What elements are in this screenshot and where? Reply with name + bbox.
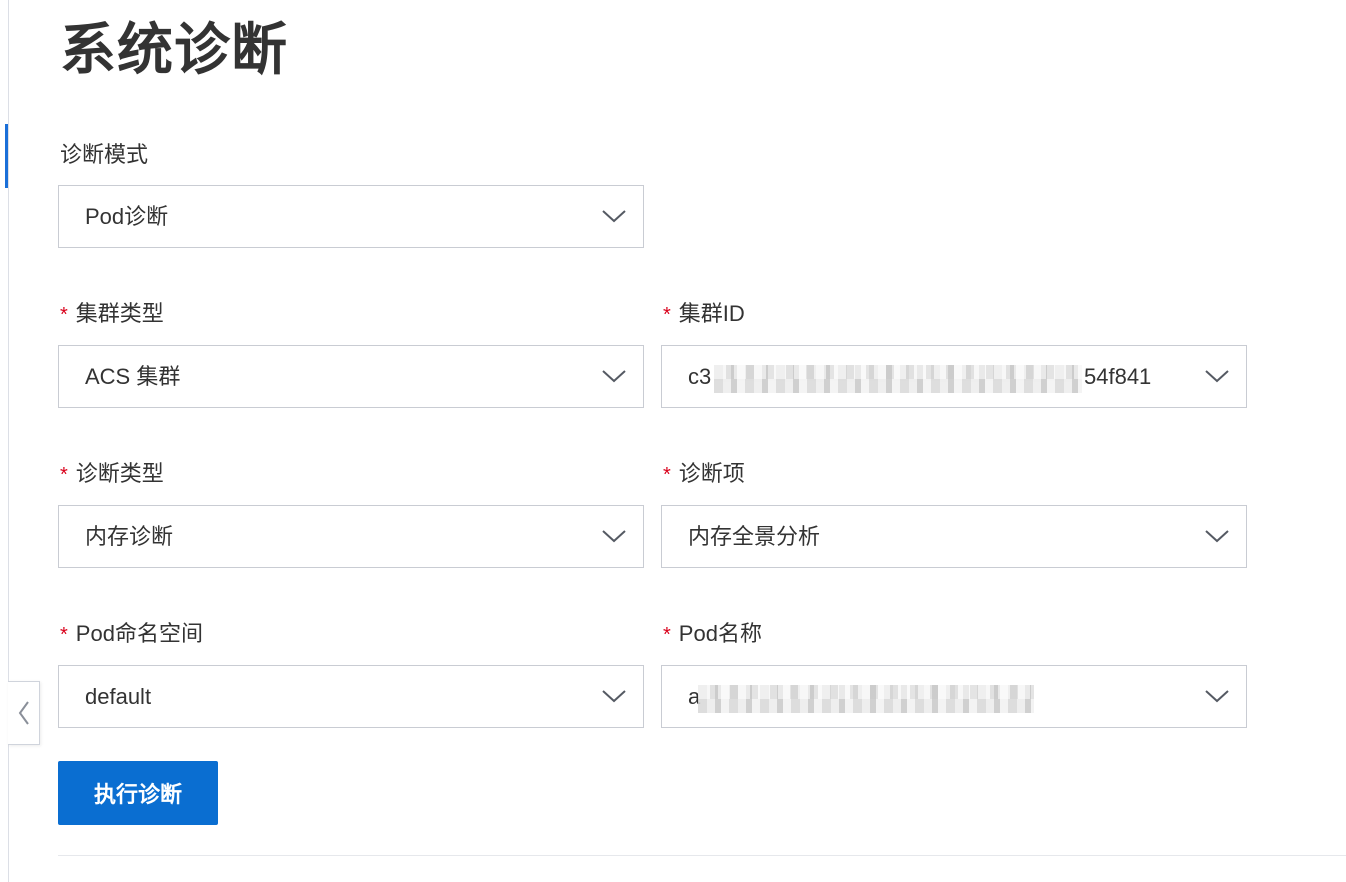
- chevron-down-icon: [1205, 370, 1229, 383]
- cluster-type-select-value: ACS 集群: [85, 364, 181, 389]
- left-rail: [8, 0, 9, 882]
- run-diagnosis-button[interactable]: 执行诊断: [58, 761, 218, 825]
- required-mark: *: [60, 464, 68, 486]
- pod-namespace-select[interactable]: default: [58, 665, 644, 728]
- sidebar-collapse-handle[interactable]: [8, 681, 40, 745]
- cluster-id-value-suffix: 54f841: [1084, 364, 1152, 389]
- chevron-down-icon: [602, 210, 626, 223]
- rail-active-indicator: [5, 124, 8, 188]
- required-mark: *: [663, 624, 671, 646]
- diagnosis-item-label: * 诊断项: [663, 461, 745, 486]
- required-mark: *: [663, 304, 671, 326]
- diagnosis-type-label: * 诊断类型: [60, 461, 164, 486]
- mode-label: 诊断模式: [60, 142, 149, 167]
- diagnosis-type-select-value: 内存诊断: [85, 524, 174, 549]
- diagnosis-item-select-value: 内存全景分析: [688, 524, 821, 549]
- mode-select[interactable]: Pod诊断: [58, 185, 644, 248]
- pod-name-select[interactable]: a: [661, 665, 1247, 728]
- chevron-down-icon: [602, 690, 626, 703]
- chevron-down-icon: [602, 370, 626, 383]
- cluster-id-value-prefix: c3: [688, 364, 712, 389]
- diagnosis-item-select[interactable]: 内存全景分析: [661, 505, 1247, 568]
- chevron-down-icon: [1205, 530, 1229, 543]
- cluster-id-label: * 集群ID: [663, 301, 745, 326]
- pod-name-label: * Pod名称: [663, 621, 762, 646]
- required-mark: *: [60, 624, 68, 646]
- mode-select-value: Pod诊断: [85, 204, 169, 229]
- system-diagnosis-page: 系统诊断 诊断模式 Pod诊断 * 集群类型 ACS 集群 * 集群ID c3 54…: [0, 0, 1346, 882]
- pod-namespace-label: * Pod命名空间: [60, 621, 203, 646]
- chevron-left-icon: [18, 701, 29, 725]
- redacted-cluster-id: [714, 365, 1082, 393]
- cluster-id-select[interactable]: c3 54f841: [661, 345, 1247, 408]
- pod-namespace-select-value: default: [85, 684, 152, 709]
- page-title: 系统诊断: [60, 18, 288, 81]
- chevron-down-icon: [1205, 690, 1229, 703]
- redacted-pod-name: [698, 685, 1034, 713]
- required-mark: *: [663, 464, 671, 486]
- chevron-down-icon: [602, 530, 626, 543]
- required-mark: *: [60, 304, 68, 326]
- bottom-divider: [58, 855, 1346, 856]
- diagnosis-type-select[interactable]: 内存诊断: [58, 505, 644, 568]
- cluster-type-label: * 集群类型: [60, 301, 164, 326]
- cluster-type-select[interactable]: ACS 集群: [58, 345, 644, 408]
